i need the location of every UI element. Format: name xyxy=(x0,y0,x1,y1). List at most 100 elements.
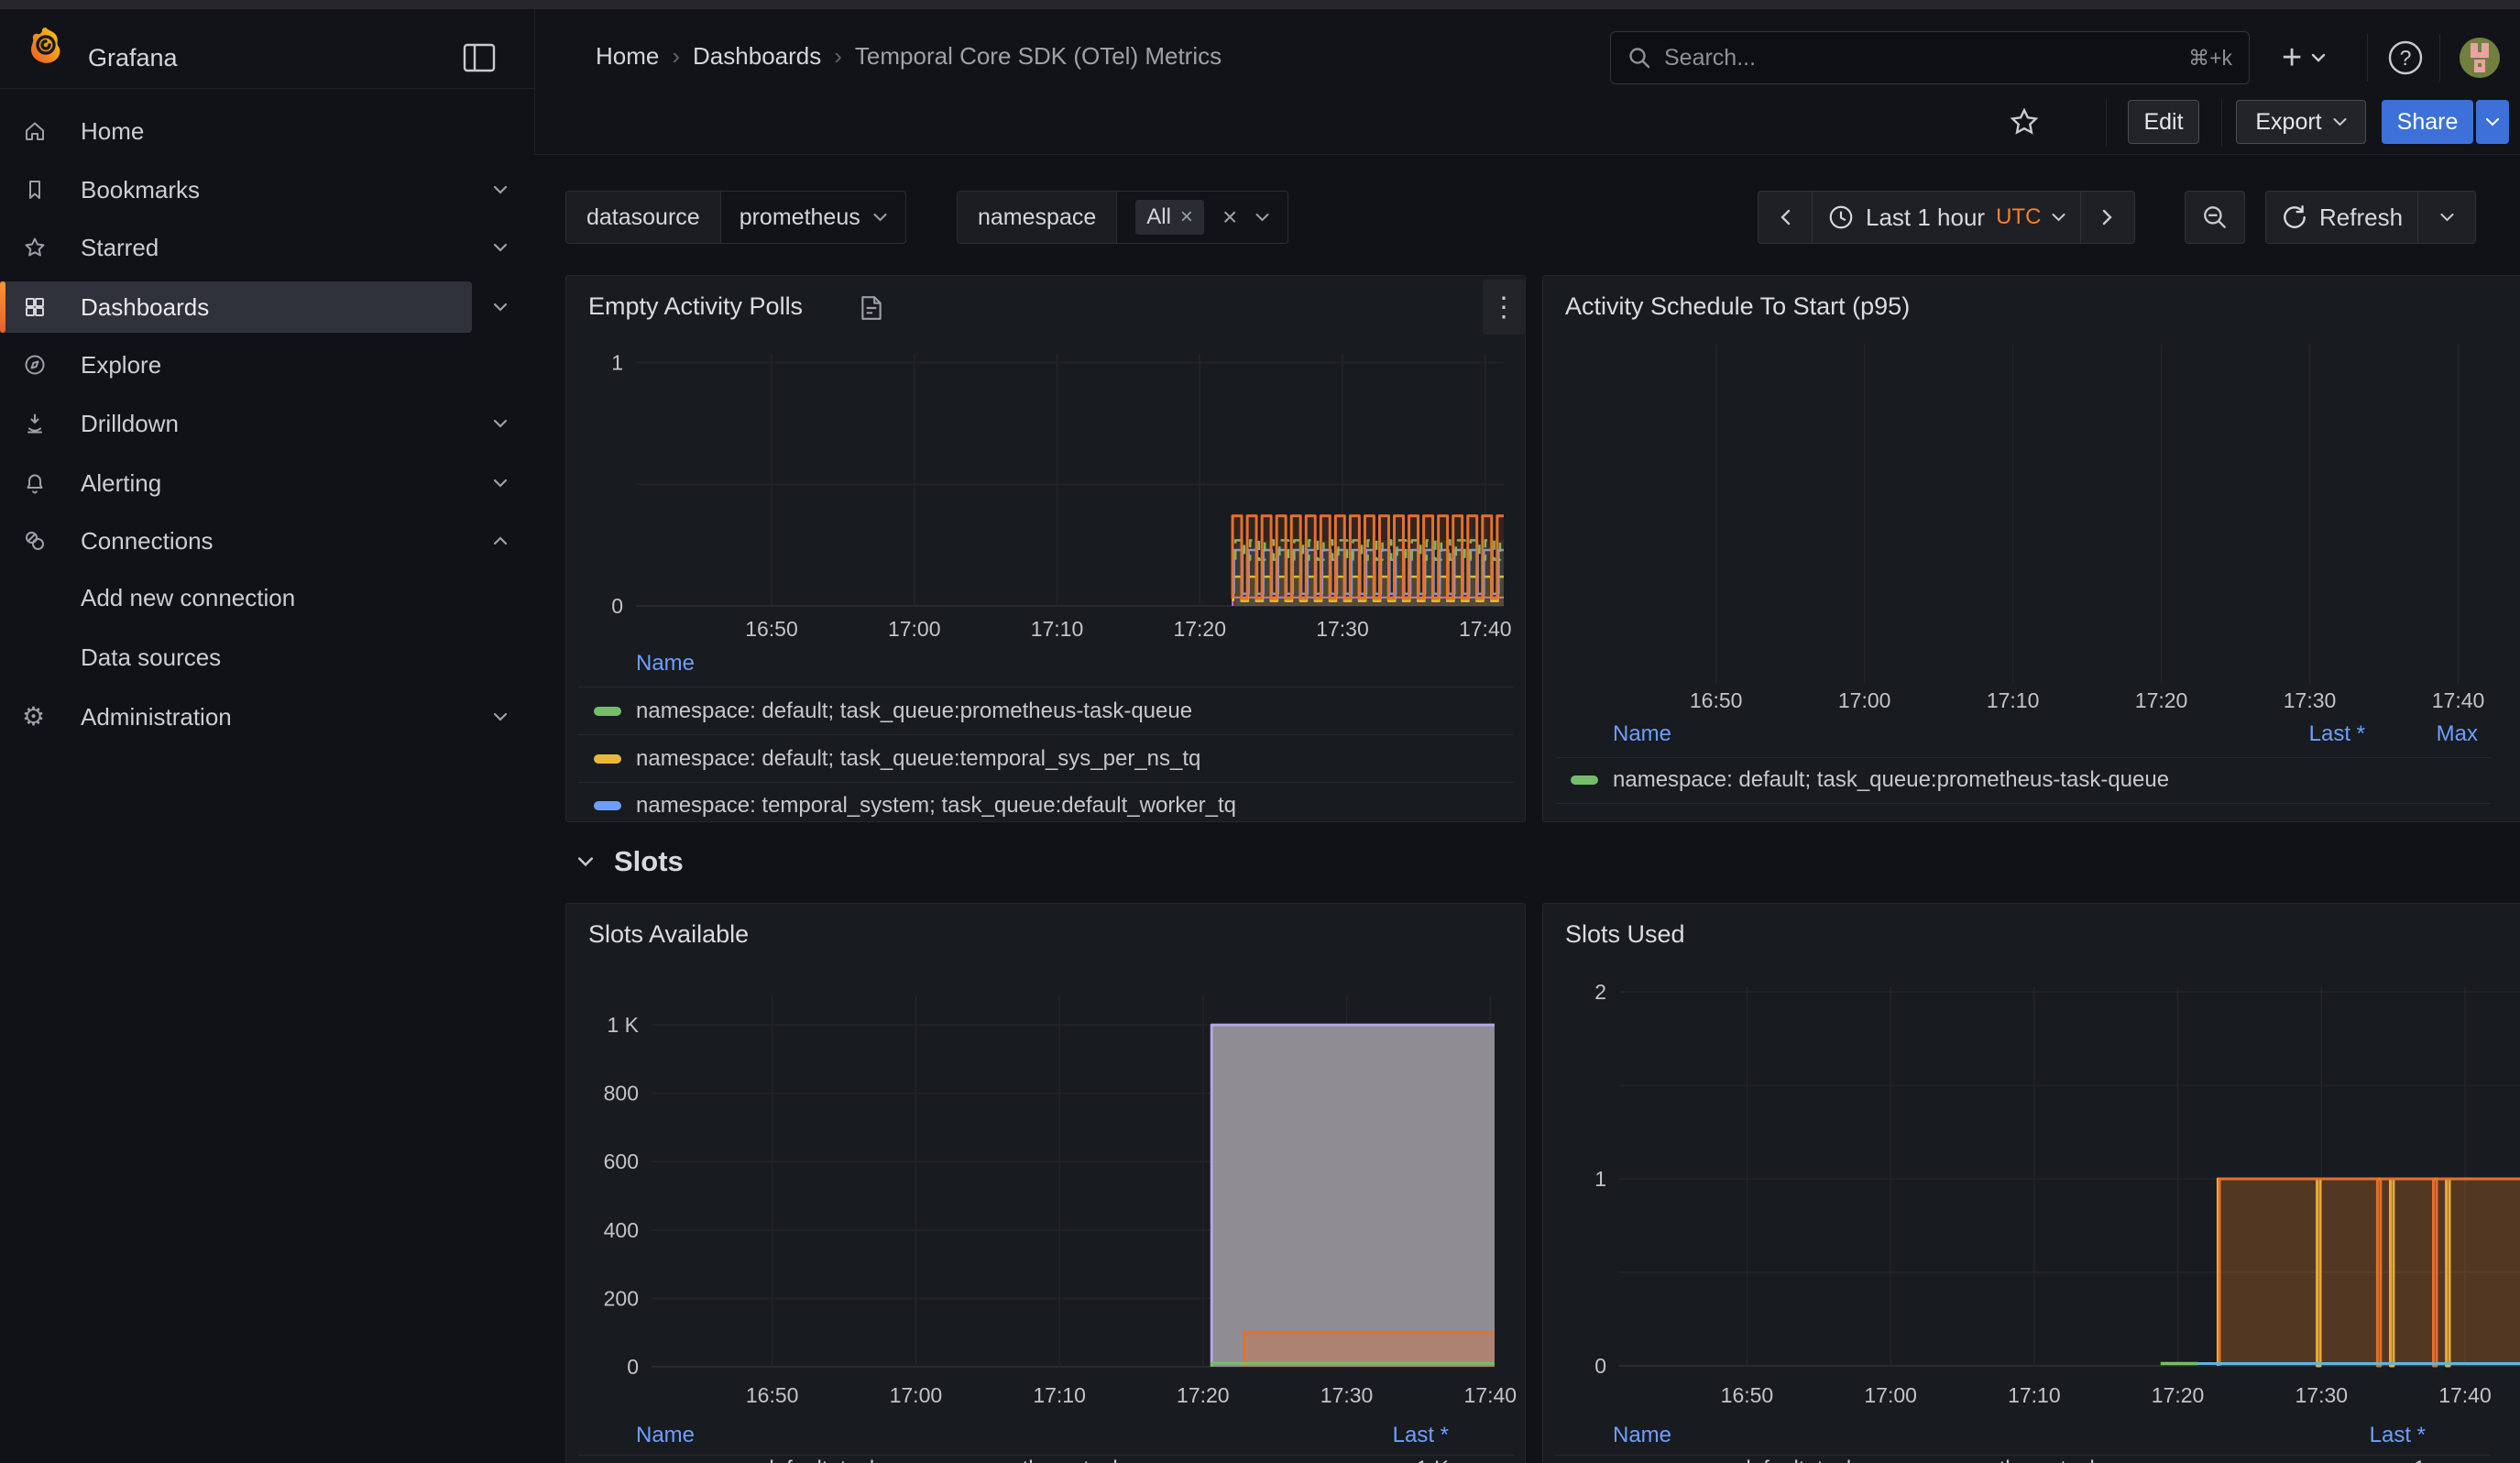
connections-adapter-icon xyxy=(22,528,48,554)
legend-column-last[interactable]: Last * xyxy=(1351,1423,1449,1448)
datasource-filter-value[interactable]: prometheus xyxy=(720,192,905,243)
svg-text:17:10: 17:10 xyxy=(2008,1383,2061,1407)
legend-column-name[interactable]: Name xyxy=(636,1423,695,1448)
drilldown-icon xyxy=(22,411,48,436)
time-range-picker-button[interactable]: Last 1 hour UTC xyxy=(1812,192,2080,243)
slots-used-chart[interactable]: 16:5017:0017:1017:2017:3017:40210 xyxy=(1543,904,2520,1417)
chevron-down-icon[interactable] xyxy=(493,712,508,721)
sidebar-item-alerting[interactable]: Alerting xyxy=(0,457,534,509)
legend-separator xyxy=(1555,757,2491,758)
toolbar-divider xyxy=(2221,99,2222,147)
datasource-filter[interactable]: datasource prometheus xyxy=(565,191,906,244)
sidebar-item-dashboards[interactable]: Dashboards xyxy=(0,281,534,333)
series-name[interactable]: namespace: default; task_queue:prometheu… xyxy=(1613,1457,2169,1463)
svg-text:17:10: 17:10 xyxy=(1031,617,1084,641)
panel-empty-activity-polls: Empty Activity Polls ⋮ 16:5017:0017:1017… xyxy=(565,275,1526,822)
chip-remove-icon[interactable]: × xyxy=(1180,204,1193,230)
legend-row[interactable]: namespace: default; task_queue:prometheu… xyxy=(566,1457,1525,1463)
dashboards-grid-icon xyxy=(22,294,48,320)
series-name[interactable]: namespace: default; task_queue:prometheu… xyxy=(636,1457,1192,1463)
svg-text:17:40: 17:40 xyxy=(2438,1383,2492,1407)
clear-filter-icon[interactable]: × xyxy=(1217,203,1243,232)
sidebar-item-connections[interactable]: Connections xyxy=(0,515,534,566)
namespace-filter-value[interactable]: All × × xyxy=(1116,192,1287,243)
star-icon xyxy=(22,235,48,260)
time-shift-forward-button[interactable] xyxy=(2080,192,2134,243)
refresh-button[interactable]: Refresh xyxy=(2266,192,2417,243)
top-nav-bar: Grafana Home › Dashboards › Temporal Cor… xyxy=(0,9,2520,89)
svg-text:0: 0 xyxy=(627,1355,639,1379)
breadcrumb-home[interactable]: Home xyxy=(596,42,659,71)
zoom-out-icon xyxy=(2186,192,2243,243)
svg-text:17:10: 17:10 xyxy=(1987,688,2040,712)
namespace-filter[interactable]: namespace All × × xyxy=(957,191,1288,244)
chevron-down-icon xyxy=(2486,118,2499,126)
breadcrumb-separator-icon: › xyxy=(821,42,855,71)
avatar[interactable] xyxy=(2460,38,2500,78)
legend-row[interactable]: namespace: default; task_queue:prometheu… xyxy=(566,698,1525,724)
sidebar-item-data-sources[interactable]: Data sources xyxy=(0,632,534,683)
svg-text:17:30: 17:30 xyxy=(2284,688,2337,712)
active-item-accent-bar xyxy=(0,281,5,333)
chevron-up-icon[interactable] xyxy=(493,536,508,545)
slots-row-header[interactable]: Slots xyxy=(577,839,684,885)
legend-row[interactable]: namespace: temporal_system; task_queue:d… xyxy=(566,793,1525,819)
svg-text:2: 2 xyxy=(1594,980,1606,1004)
legend-separator xyxy=(578,734,1514,735)
svg-text:17:30: 17:30 xyxy=(1316,617,1369,641)
chevron-down-icon[interactable] xyxy=(493,419,508,428)
sidebar-item-add-new-connection[interactable]: Add new connection xyxy=(0,572,534,623)
legend-column-max[interactable]: Max xyxy=(2395,721,2478,747)
namespace-filter-label: namespace xyxy=(958,192,1116,243)
series-name[interactable]: namespace: temporal_system; task_queue:d… xyxy=(636,793,1236,819)
chip-label: All xyxy=(1146,204,1171,230)
legend-column-name[interactable]: Name xyxy=(1613,1423,1671,1448)
sidebar-item-drilldown[interactable]: Drilldown xyxy=(0,398,534,449)
breadcrumb-dashboards[interactable]: Dashboards xyxy=(693,42,821,71)
chevron-down-icon[interactable] xyxy=(493,243,508,252)
legend-row[interactable]: namespace: default; task_queue:prometheu… xyxy=(1543,767,2520,793)
chevron-down-icon[interactable] xyxy=(493,185,508,194)
chevron-down-icon xyxy=(1255,214,1269,222)
series-color-swatch xyxy=(594,801,621,810)
empty-activity-polls-chart[interactable]: 16:5017:0017:1017:2017:3017:4010 xyxy=(566,276,1526,652)
time-shift-back-button[interactable] xyxy=(1759,192,1812,243)
refresh-interval-button[interactable] xyxy=(2417,192,2475,243)
legend-column-last[interactable]: Last * xyxy=(2267,721,2365,747)
edit-button[interactable]: Edit xyxy=(2128,100,2199,144)
namespace-all-chip[interactable]: All × xyxy=(1135,200,1204,235)
sidebar-item-bookmarks[interactable]: Bookmarks xyxy=(0,164,534,215)
sidebar-item-starred[interactable]: Starred xyxy=(0,222,534,273)
sidebar-item-home[interactable]: Home xyxy=(0,105,534,157)
breadcrumb-current-page: Temporal Core SDK (OTel) Metrics xyxy=(855,42,1222,71)
activity-schedule-to-start-chart[interactable]: 16:5017:0017:1017:2017:3017:40 xyxy=(1543,276,2520,716)
legend-column-last[interactable]: Last * xyxy=(2328,1423,2426,1448)
favorite-star-icon[interactable] xyxy=(2009,106,2040,138)
search-input[interactable]: Search... ⌘+k xyxy=(1610,31,2250,84)
slots-available-chart[interactable]: 16:5017:0017:1017:2017:3017:401 K8006004… xyxy=(566,904,1526,1417)
chevron-down-icon[interactable] xyxy=(493,302,508,312)
series-name[interactable]: namespace: default; task_queue:temporal_… xyxy=(636,746,1200,772)
clock-icon xyxy=(1827,204,1855,231)
legend-column-name[interactable]: Name xyxy=(1613,721,1671,747)
share-button[interactable]: Share xyxy=(2382,100,2473,144)
export-button-label: Export xyxy=(2255,109,2321,136)
zoom-out-button[interactable] xyxy=(2185,191,2245,244)
sidebar-item-explore[interactable]: Explore xyxy=(0,339,534,390)
legend-row[interactable]: namespace: default; task_queue:temporal_… xyxy=(566,746,1525,772)
chevron-down-icon[interactable] xyxy=(493,478,508,488)
svg-text:200: 200 xyxy=(604,1286,639,1310)
series-name[interactable]: namespace: default; task_queue:prometheu… xyxy=(1613,767,2169,793)
new-menu-button[interactable]: + xyxy=(2282,37,2326,79)
sidebar-item-label: Explore xyxy=(81,351,161,380)
sidebar-item-administration[interactable]: ⚙ Administration xyxy=(0,691,534,742)
dock-menu-toggle-icon[interactable] xyxy=(462,41,497,74)
legend-column-name[interactable]: Name xyxy=(636,651,695,676)
grafana-logo-icon[interactable] xyxy=(24,24,68,68)
share-menu-button[interactable] xyxy=(2476,100,2509,144)
series-name[interactable]: namespace: default; task_queue:prometheu… xyxy=(636,698,1192,724)
export-button[interactable]: Export xyxy=(2236,100,2366,144)
svg-text:17:30: 17:30 xyxy=(1320,1383,1374,1407)
legend-row[interactable]: namespace: default; task_queue:prometheu… xyxy=(1543,1457,2520,1463)
help-button[interactable]: ? xyxy=(2385,38,2426,78)
